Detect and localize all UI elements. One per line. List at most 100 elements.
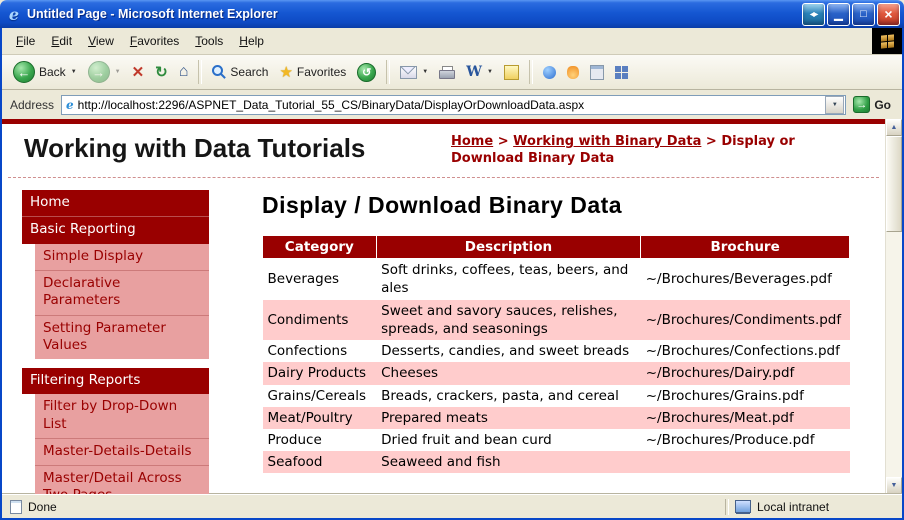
menu-item[interactable]: Help [231, 28, 272, 54]
page-title: Display / Download Binary Data [262, 192, 850, 219]
toolbar-separator [198, 60, 202, 84]
window-body: File Edit View Favorites Tools Help ← B [0, 28, 904, 520]
history-icon: ↺ [357, 63, 376, 82]
print-button[interactable] [434, 64, 460, 81]
title-bar[interactable]: e Untitled Page - Microsoft Internet Exp… [0, 0, 904, 28]
discuss-button[interactable] [499, 63, 524, 82]
mail-dropdown-icon[interactable]: ▼ [422, 69, 428, 75]
sidebar-item[interactable]: Master/Detail Across Two Pages [35, 465, 209, 494]
sidebar-item[interactable]: Declarative Parameters [35, 270, 209, 315]
toolbar-separator [386, 60, 390, 84]
column-header-category: Category [263, 236, 377, 259]
print-icon [439, 66, 455, 79]
zone-text: Local intranet [757, 500, 829, 514]
edit-word-button[interactable]: W ▼ [461, 62, 498, 82]
mail-button[interactable]: ▼ [395, 64, 433, 81]
cell-category: Grains/Cereals [263, 385, 377, 407]
stop-button[interactable]: ✕ [127, 61, 150, 83]
breadcrumb-label[interactable]: Home [451, 134, 493, 149]
table-row: Meat/Poultry Prepared meats ~/Brochures/… [263, 407, 850, 429]
research-button[interactable] [562, 64, 584, 81]
cell-brochure: ~/Brochures/Grains.pdf [641, 385, 850, 407]
edit-dropdown-icon[interactable]: ▼ [487, 69, 493, 75]
back-dropdown-icon[interactable]: ▼ [71, 69, 77, 75]
go-button[interactable]: → Go [846, 96, 898, 113]
cell-description: Seaweed and fish [376, 451, 641, 473]
messenger-button[interactable] [538, 64, 561, 81]
menu-item[interactable]: Edit [43, 28, 80, 54]
word-icon: W [466, 64, 482, 80]
sidebar-item[interactable]: Home [22, 190, 209, 216]
sidebar-item-label: Home [30, 194, 70, 210]
windows-flag-icon [881, 34, 894, 48]
maximize-button[interactable]: □ [852, 3, 875, 26]
apps-grid-button[interactable] [610, 64, 633, 81]
scroll-up-button[interactable]: ▲ [886, 119, 902, 136]
sidebar-item[interactable]: Setting Parameter Values [35, 315, 209, 360]
security-zone-panel: Local intranet [729, 500, 899, 514]
cell-description: Prepared meats [376, 407, 641, 429]
scroll-down-button[interactable]: ▼ [886, 477, 902, 494]
sidebar-item-label: Filtering Reports [30, 372, 140, 388]
column-header-brochure: Brochure [641, 236, 850, 259]
forward-button[interactable]: → ▼ [83, 59, 126, 85]
calculator-icon [590, 65, 604, 80]
breadcrumb: > Home > Working with Binary Data > Disp… [451, 134, 853, 168]
cell-category: Beverages [263, 259, 377, 300]
windows-brand-logo [872, 28, 902, 54]
back-button[interactable]: ← Back ▼ [8, 59, 82, 85]
home-button[interactable]: ⌂ [174, 61, 194, 83]
menu-item[interactable]: Tools [187, 28, 231, 54]
messenger-icon [543, 66, 556, 79]
menu-item[interactable]: File [8, 28, 43, 54]
favorites-button[interactable]: ★ Favorites [274, 61, 351, 83]
scrollbar-thumb[interactable] [886, 136, 902, 232]
breadcrumb-separator: > [498, 134, 513, 149]
sidebar-item[interactable]: Master-Details-Details [35, 438, 209, 465]
vertical-scrollbar[interactable]: ▲ ▼ [885, 119, 902, 494]
forward-dropdown-icon: ▼ [115, 69, 121, 75]
address-dropdown-button[interactable]: ▼ [825, 96, 844, 114]
window-arrows-button[interactable]: ◀▶ [802, 3, 825, 26]
refresh-button[interactable]: ↻ [150, 61, 173, 83]
window-title: Untitled Page - Microsoft Internet Explo… [27, 7, 800, 21]
search-button[interactable]: Search [207, 63, 273, 81]
scrollbar-track[interactable] [886, 136, 902, 477]
favorites-label: Favorites [297, 65, 346, 79]
cell-description: Dried fruit and bean curd [376, 429, 641, 451]
menu-item[interactable]: Favorites [122, 28, 187, 54]
history-button[interactable]: ↺ [352, 61, 381, 84]
status-bar: Done Local intranet [2, 494, 902, 518]
sidebar-item[interactable]: Basic Reporting [22, 216, 209, 243]
cell-brochure: ~/Brochures/Condiments.pdf [641, 300, 850, 340]
categories-table: Category Description Brochure Beverages [262, 235, 850, 473]
sidebar-item-label: Master-Details-Details [43, 443, 192, 459]
address-input[interactable]: e http://localhost:2296/ASPNET_Data_Tuto… [61, 95, 846, 115]
toolbar: ← Back ▼ → ▼ ✕ ↻ ⌂ Search ★ [2, 55, 902, 90]
sidebar-item[interactable]: Filtering Reports [22, 368, 209, 394]
search-icon [212, 65, 226, 79]
sidebar-item[interactable]: Simple Display [35, 244, 209, 270]
breadcrumb-separator: > [706, 134, 721, 149]
close-button[interactable]: × [877, 3, 900, 26]
menu-item[interactable]: View [80, 28, 122, 54]
cell-category: Produce [263, 429, 377, 451]
table-row: Dairy Products Cheeses ~/Brochures/Dairy… [263, 362, 850, 384]
cell-description: Cheeses [376, 362, 641, 384]
sidebar-item-label: Basic Reporting [30, 221, 136, 237]
breadcrumb-item: > Working with Binary Data [498, 134, 702, 149]
calculator-button[interactable] [585, 63, 609, 82]
cell-brochure: ~/Brochures/Beverages.pdf [641, 259, 850, 300]
address-label: Address [10, 98, 54, 112]
cell-category: Dairy Products [263, 362, 377, 384]
sidebar-item[interactable]: Filter by Drop-Down List [35, 394, 209, 438]
cell-category: Meat/Poultry [263, 407, 377, 429]
sidebar-item-label: Declarative Parameters [43, 275, 120, 308]
table-row: Produce Dried fruit and bean curd ~/Broc… [263, 429, 850, 451]
address-url[interactable]: http://localhost:2296/ASPNET_Data_Tutori… [78, 98, 822, 112]
research-icon [567, 66, 579, 79]
minimize-button[interactable]: ▁ [827, 3, 850, 26]
cell-brochure: ~/Brochures/Meat.pdf [641, 407, 850, 429]
breadcrumb-label[interactable]: Working with Binary Data [513, 134, 701, 149]
cell-brochure: ~/Brochures/Produce.pdf [641, 429, 850, 451]
